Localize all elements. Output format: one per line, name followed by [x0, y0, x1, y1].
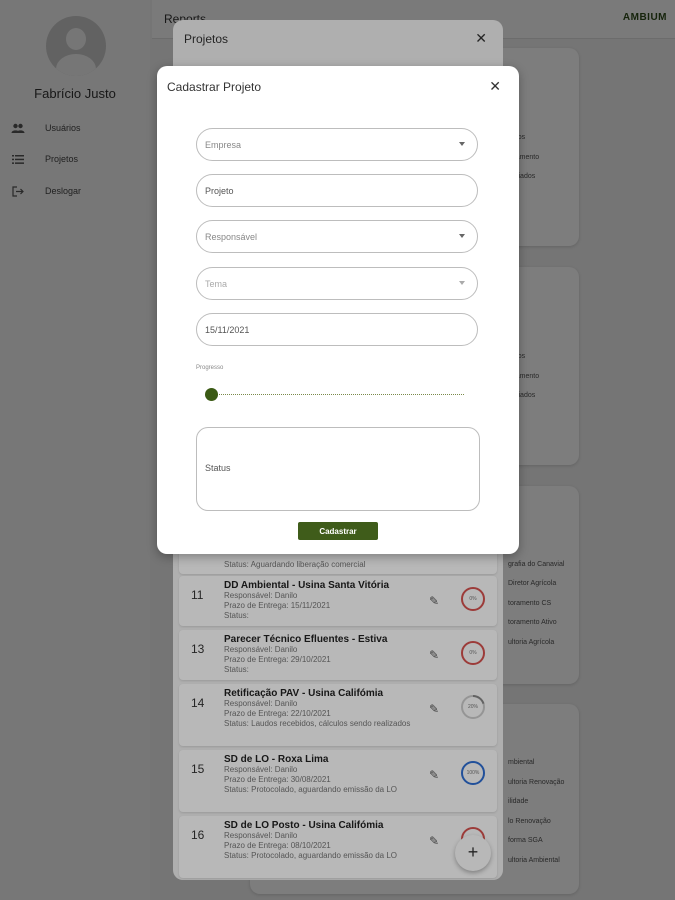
progress-label: Progresso — [196, 365, 224, 371]
projeto-field[interactable]: Projeto — [196, 174, 478, 207]
empresa-placeholder: Empresa — [205, 140, 242, 150]
date-value: 15/11/2021 — [205, 325, 250, 335]
date-field[interactable]: 15/11/2021 — [196, 313, 478, 346]
chevron-down-icon — [459, 234, 465, 238]
responsavel-select[interactable]: Responsável — [196, 220, 478, 253]
chevron-down-icon — [459, 142, 465, 146]
projeto-placeholder: Projeto — [205, 186, 234, 196]
cadastrar-button[interactable]: Cadastrar — [298, 522, 378, 540]
status-textarea[interactable]: Status — [196, 427, 480, 511]
progress-slider-thumb[interactable] — [205, 388, 218, 401]
status-placeholder: Status — [205, 463, 231, 473]
tema-placeholder: Tema — [205, 279, 228, 289]
close-icon[interactable]: ✕ — [489, 78, 501, 95]
chevron-down-icon — [459, 281, 465, 285]
tema-select[interactable]: Tema — [196, 267, 478, 300]
responsavel-placeholder: Responsável — [205, 232, 258, 242]
progress-slider-track[interactable] — [212, 394, 464, 398]
register-project-dialog: Cadastrar Projeto ✕ Empresa Projeto Resp… — [157, 66, 519, 554]
dialog-title: Cadastrar Projeto — [167, 80, 262, 94]
empresa-select[interactable]: Empresa — [196, 128, 478, 161]
